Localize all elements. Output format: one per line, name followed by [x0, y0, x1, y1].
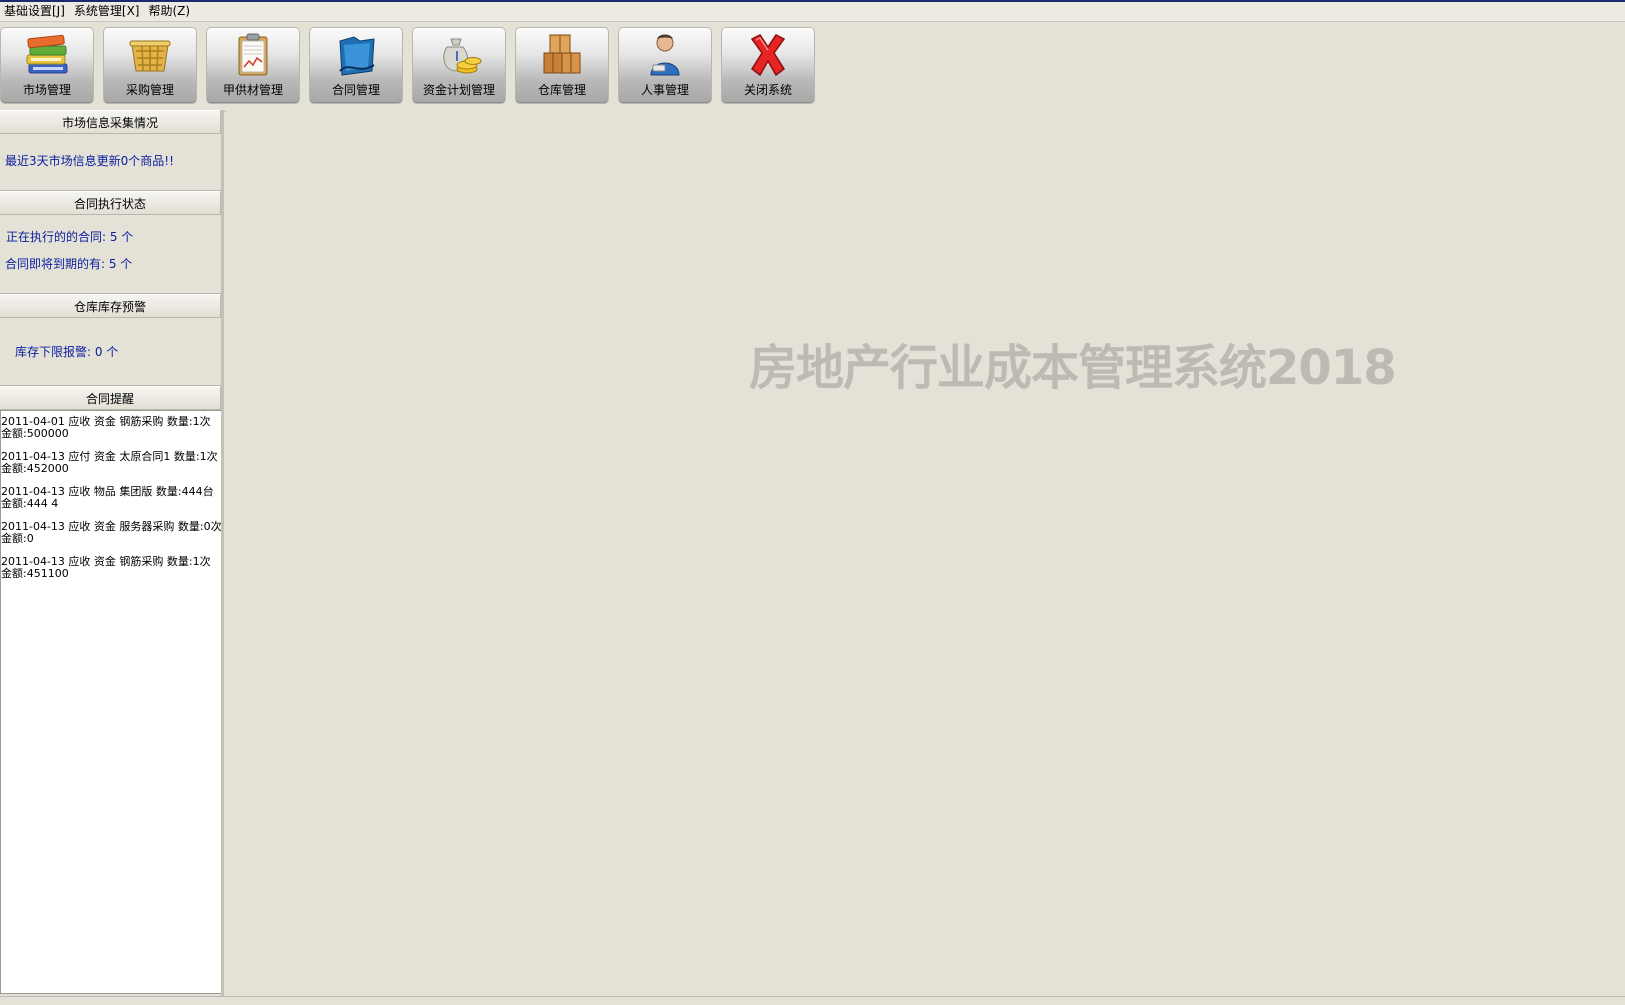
hr-management-label: 人事管理 [640, 83, 689, 97]
folder-icon [339, 36, 375, 76]
menu-help[interactable]: 帮助(Z) [147, 2, 198, 21]
boxes-icon [543, 34, 581, 74]
person-icon [650, 34, 680, 76]
market-management-button[interactable]: 市场管理 [0, 27, 94, 104]
basket-icon [129, 40, 171, 72]
purchase-management-button[interactable]: 采购管理 [103, 27, 197, 104]
market-info-header: 市场信息采集情况 [0, 110, 221, 134]
list-item[interactable]: 2011-04-01 应收 资金 钢筋采购 数量:1次 金额:500000 [1, 416, 221, 440]
contract-status-section: 正在执行的的合同: 5 个 合同即将到期的有: 5 个 [0, 215, 221, 294]
contract-expiring-text: 合同即将到期的有: 5 个 [5, 257, 133, 271]
contract-management-label: 合同管理 [331, 83, 380, 97]
contract-management-button[interactable]: 合同管理 [309, 27, 403, 104]
market-info-text: 最近3天市场信息更新0个商品!! [5, 154, 174, 168]
contract-reminder-header: 合同提醒 [0, 386, 221, 410]
contract-executing-text: 正在执行的的合同: 5 个 [6, 230, 134, 244]
supply-material-management-label: 甲供材管理 [222, 83, 283, 97]
market-info-section: 最近3天市场信息更新0个商品!! [0, 134, 221, 191]
list-item[interactable]: 2011-04-13 应收 资金 钢筋采购 数量:1次 金额:451100 [1, 556, 221, 580]
stock-lower-limit-text: 库存下限报警: 0 个 [15, 345, 119, 359]
hr-management-button[interactable]: 人事管理 [618, 27, 712, 104]
warehouse-warning-header: 仓库库存预警 [0, 294, 221, 318]
left-info-panel: 市场信息采集情况 最近3天市场信息更新0个商品!! 合同执行状态 正在执行的的合… [0, 110, 224, 998]
clipboard-chart-icon [238, 33, 268, 76]
list-item[interactable]: 2011-04-13 应收 物品 集团版 数量:444台 金额:444 4 [1, 486, 221, 510]
contract-reminder-list[interactable]: 2011-04-01 应收 资金 钢筋采购 数量:1次 金额:500000 20… [0, 410, 221, 994]
close-icon [750, 34, 786, 77]
list-item[interactable]: 2011-04-13 应付 资金 太原合同1 数量:1次 金额:452000 [1, 451, 221, 475]
menu-bar: 基础设置[J] 系统管理[X] 帮助(Z) [0, 2, 1625, 22]
purchase-management-label: 采购管理 [125, 83, 174, 97]
system-title-watermark: 房地产行业成本管理系统2018 [749, 340, 1397, 396]
app-window: 基础设置[J] 系统管理[X] 帮助(Z) 市场管理 采购管理 甲供材管理 合同… [0, 0, 1625, 1005]
supply-material-management-button[interactable]: 甲供材管理 [206, 27, 300, 104]
main-workspace: 房地产行业成本管理系统2018 [226, 110, 1625, 998]
status-bar [0, 996, 1625, 1005]
menu-system-management[interactable]: 系统管理[X] [72, 2, 147, 21]
menu-basic-settings[interactable]: 基础设置[J] [2, 2, 72, 21]
fund-plan-management-button[interactable]: 资金计划管理 [412, 27, 506, 104]
close-system-label: 关闭系统 [743, 83, 792, 97]
list-item[interactable]: 2011-04-13 应收 资金 服务器采购 数量:0次 金额:0 [1, 521, 221, 545]
close-system-button[interactable]: 关闭系统 [721, 27, 815, 104]
toolbar: 市场管理 采购管理 甲供材管理 合同管理 资金计划管理 仓库管理 人事管理 关闭… [0, 22, 1625, 112]
fund-plan-management-label: 资金计划管理 [422, 83, 495, 97]
books-icon [26, 34, 68, 74]
warehouse-warning-section: 库存下限报警: 0 个 [0, 318, 221, 386]
money-bag-icon [443, 38, 482, 74]
warehouse-management-button[interactable]: 仓库管理 [515, 27, 609, 104]
market-management-label: 市场管理 [22, 83, 71, 97]
contract-status-header: 合同执行状态 [0, 191, 221, 215]
warehouse-management-label: 仓库管理 [537, 83, 586, 97]
